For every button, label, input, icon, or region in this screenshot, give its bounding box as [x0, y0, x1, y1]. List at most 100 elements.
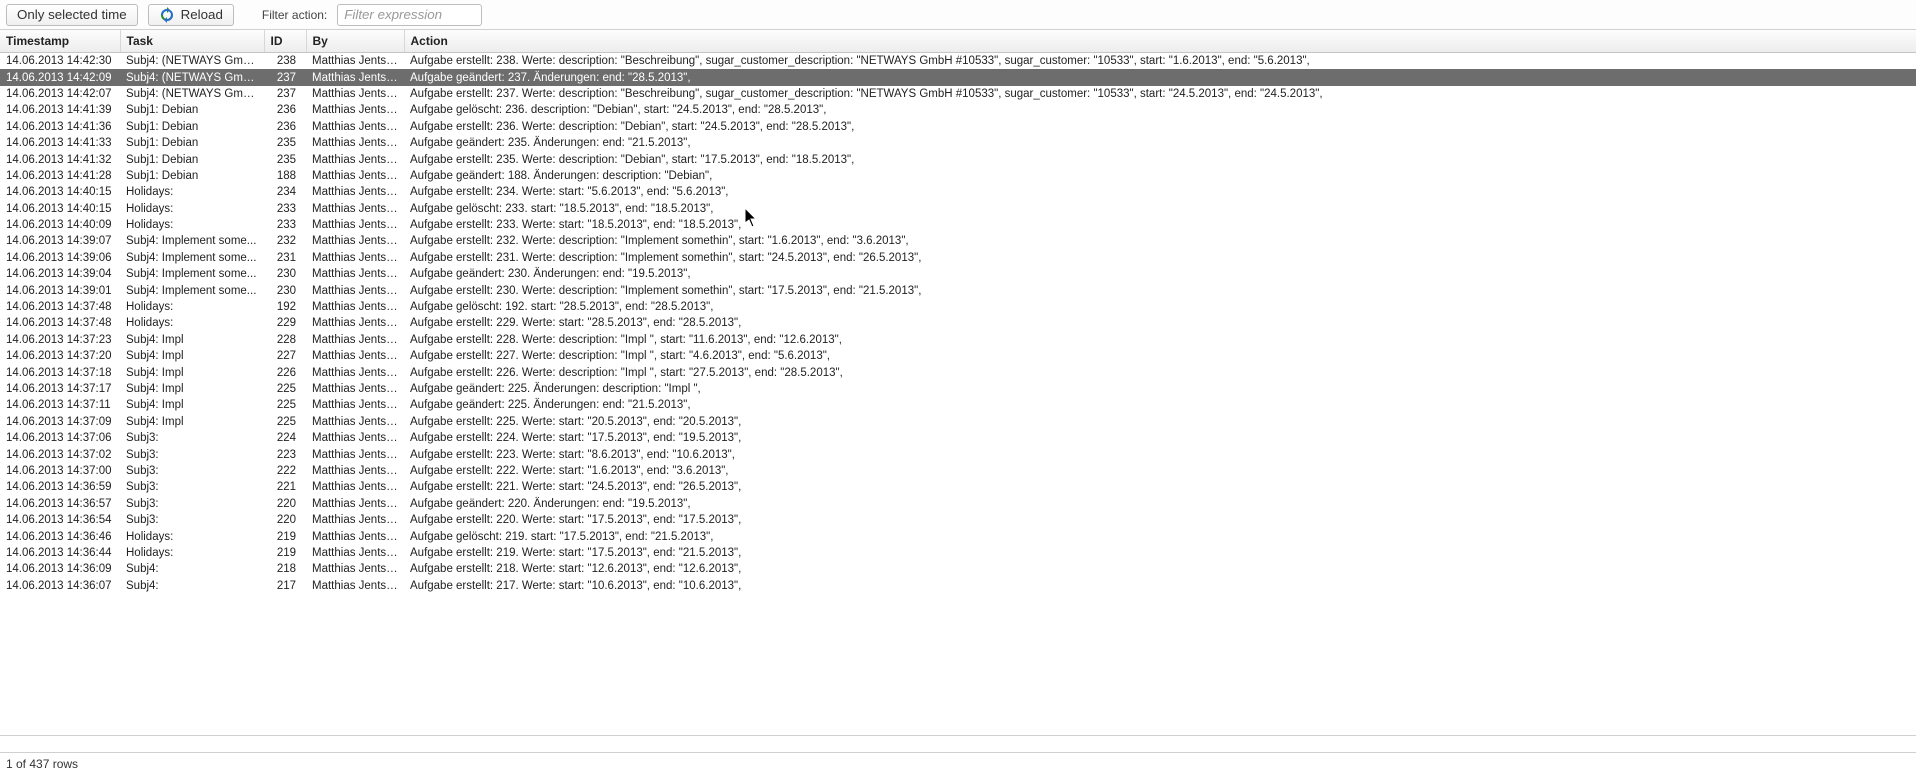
- grid-body-scroll[interactable]: 14.06.2013 14:42:30Subj4: (NETWAYS GmbH.…: [0, 53, 1916, 735]
- filter-input[interactable]: [337, 4, 482, 26]
- cell-id: 235: [264, 151, 306, 167]
- table-row[interactable]: 14.06.2013 14:37:48Holidays:229Matthias …: [0, 315, 1916, 331]
- cell-id: 221: [264, 479, 306, 495]
- table-row[interactable]: 14.06.2013 14:37:20Subj4: Impl227Matthia…: [0, 348, 1916, 364]
- table-row[interactable]: 14.06.2013 14:37:00Subj3:222Matthias Jen…: [0, 463, 1916, 479]
- cell-task: Subj4: Impl: [120, 348, 264, 364]
- cell-id: 228: [264, 332, 306, 348]
- table-row[interactable]: 14.06.2013 14:40:15Holidays:233Matthias …: [0, 201, 1916, 217]
- cell-id: 219: [264, 545, 306, 561]
- button-label: Only selected time: [17, 7, 127, 22]
- cell-id: 230: [264, 282, 306, 298]
- cell-by: Matthias Jentsch: [306, 561, 404, 577]
- cell-id: 236: [264, 119, 306, 135]
- cell-id: 220: [264, 496, 306, 512]
- reload-button[interactable]: Reload: [148, 4, 234, 26]
- table-row[interactable]: 14.06.2013 14:36:54Subj3:220Matthias Jen…: [0, 512, 1916, 528]
- cell-by: Matthias Jentsch: [306, 348, 404, 364]
- cell-id: 234: [264, 184, 306, 200]
- only-selected-time-button[interactable]: Only selected time: [6, 4, 138, 26]
- cell-timestamp: 14.06.2013 14:41:28: [0, 168, 120, 184]
- table-row[interactable]: 14.06.2013 14:39:04Subj4: Implement some…: [0, 266, 1916, 282]
- table-row[interactable]: 14.06.2013 14:41:36Subj1: Debian236Matth…: [0, 119, 1916, 135]
- cell-task: Subj4:: [120, 578, 264, 594]
- button-label: Reload: [181, 7, 223, 22]
- table-row[interactable]: 14.06.2013 14:36:46Holidays:219Matthias …: [0, 528, 1916, 544]
- cell-task: Subj3:: [120, 496, 264, 512]
- cell-action: Aufgabe gelöscht: 233. start: "18.5.2013…: [404, 201, 1916, 217]
- cell-by: Matthias Jentsch: [306, 512, 404, 528]
- cell-action: Aufgabe erstellt: 220. Werte: start: "17…: [404, 512, 1916, 528]
- cell-id: 217: [264, 578, 306, 594]
- table-row[interactable]: 14.06.2013 14:37:09Subj4: Impl225Matthia…: [0, 414, 1916, 430]
- cell-by: Matthias Jentsch: [306, 446, 404, 462]
- cell-timestamp: 14.06.2013 14:40:15: [0, 201, 120, 217]
- cell-task: Subj1: Debian: [120, 168, 264, 184]
- cell-by: Matthias Jentsch: [306, 578, 404, 594]
- table-row[interactable]: 14.06.2013 14:37:02Subj3:223Matthias Jen…: [0, 446, 1916, 462]
- table-row[interactable]: 14.06.2013 14:36:09Subj4:218Matthias Jen…: [0, 561, 1916, 577]
- cell-by: Matthias Jentsch: [306, 184, 404, 200]
- grid: Timestamp Task ID By Action 14.06.2013 1…: [0, 30, 1916, 735]
- cell-by: Matthias Jentsch: [306, 496, 404, 512]
- table-row[interactable]: 14.06.2013 14:41:28Subj1: Debian188Matth…: [0, 168, 1916, 184]
- cell-task: Holidays:: [120, 528, 264, 544]
- table-row[interactable]: 14.06.2013 14:39:06Subj4: Implement some…: [0, 250, 1916, 266]
- col-header-action[interactable]: Action: [404, 30, 1916, 53]
- table-row[interactable]: 14.06.2013 14:41:32Subj1: Debian235Matth…: [0, 151, 1916, 167]
- cell-task: Subj4: Impl: [120, 332, 264, 348]
- table-row[interactable]: 14.06.2013 14:37:11Subj4: Impl225Matthia…: [0, 397, 1916, 413]
- table-row[interactable]: 14.06.2013 14:39:01Subj4: Implement some…: [0, 282, 1916, 298]
- table-row[interactable]: 14.06.2013 14:42:30Subj4: (NETWAYS GmbH.…: [0, 53, 1916, 69]
- table-row[interactable]: 14.06.2013 14:42:09Subj4: (NETWAYS GmbH.…: [0, 69, 1916, 85]
- table-row[interactable]: 14.06.2013 14:37:18Subj4: Impl226Matthia…: [0, 364, 1916, 380]
- cell-by: Matthias Jentsch: [306, 315, 404, 331]
- table-row[interactable]: 14.06.2013 14:40:09Holidays:233Matthias …: [0, 217, 1916, 233]
- table-row[interactable]: 14.06.2013 14:42:07Subj4: (NETWAYS GmbH.…: [0, 86, 1916, 102]
- cell-timestamp: 14.06.2013 14:40:09: [0, 217, 120, 233]
- table-row[interactable]: 14.06.2013 14:36:44Holidays:219Matthias …: [0, 545, 1916, 561]
- col-header-by[interactable]: By: [306, 30, 404, 53]
- cell-timestamp: 14.06.2013 14:42:07: [0, 86, 120, 102]
- table-row[interactable]: 14.06.2013 14:40:15Holidays:234Matthias …: [0, 184, 1916, 200]
- cell-task: Subj3:: [120, 430, 264, 446]
- table-row[interactable]: 14.06.2013 14:37:48Holidays:192Matthias …: [0, 299, 1916, 315]
- cell-action: Aufgabe gelöscht: 219. start: "17.5.2013…: [404, 528, 1916, 544]
- cell-timestamp: 14.06.2013 14:37:48: [0, 315, 120, 331]
- cell-id: 219: [264, 528, 306, 544]
- col-header-task[interactable]: Task: [120, 30, 264, 53]
- cell-timestamp: 14.06.2013 14:36:46: [0, 528, 120, 544]
- table-row[interactable]: 14.06.2013 14:36:59Subj3:221Matthias Jen…: [0, 479, 1916, 495]
- cell-timestamp: 14.06.2013 14:36:44: [0, 545, 120, 561]
- cell-by: Matthias Jentsch: [306, 381, 404, 397]
- cell-task: Subj1: Debian: [120, 119, 264, 135]
- cell-id: 226: [264, 364, 306, 380]
- cell-timestamp: 14.06.2013 14:36:54: [0, 512, 120, 528]
- table-row[interactable]: 14.06.2013 14:41:39Subj1: Debian236Matth…: [0, 102, 1916, 118]
- cell-timestamp: 14.06.2013 14:42:09: [0, 69, 120, 85]
- cell-action: Aufgabe erstellt: 222. Werte: start: "1.…: [404, 463, 1916, 479]
- table-row[interactable]: 14.06.2013 14:36:07Subj4:217Matthias Jen…: [0, 578, 1916, 594]
- cell-id: 236: [264, 102, 306, 118]
- table-row[interactable]: 14.06.2013 14:39:07Subj4: Implement some…: [0, 233, 1916, 249]
- cell-action: Aufgabe erstellt: 221. Werte: start: "24…: [404, 479, 1916, 495]
- horizontal-scrollbar[interactable]: [0, 735, 1916, 752]
- col-header-timestamp[interactable]: Timestamp: [0, 30, 120, 53]
- cell-by: Matthias Jentsch: [306, 119, 404, 135]
- cell-id: 225: [264, 414, 306, 430]
- table-row[interactable]: 14.06.2013 14:36:57Subj3:220Matthias Jen…: [0, 496, 1916, 512]
- col-header-id[interactable]: ID: [264, 30, 306, 53]
- table-row[interactable]: 14.06.2013 14:41:33Subj1: Debian235Matth…: [0, 135, 1916, 151]
- cell-id: 225: [264, 381, 306, 397]
- cell-id: 232: [264, 233, 306, 249]
- cell-timestamp: 14.06.2013 14:39:07: [0, 233, 120, 249]
- cell-action: Aufgabe geändert: 220. Änderungen: end: …: [404, 496, 1916, 512]
- table-row[interactable]: 14.06.2013 14:37:23Subj4: Impl228Matthia…: [0, 332, 1916, 348]
- cell-task: Holidays:: [120, 217, 264, 233]
- cell-id: 233: [264, 201, 306, 217]
- cell-by: Matthias Jentsch: [306, 414, 404, 430]
- cell-action: Aufgabe erstellt: 234. Werte: start: "5.…: [404, 184, 1916, 200]
- table-row[interactable]: 14.06.2013 14:37:06Subj3:224Matthias Jen…: [0, 430, 1916, 446]
- cell-action: Aufgabe erstellt: 217. Werte: start: "10…: [404, 578, 1916, 594]
- table-row[interactable]: 14.06.2013 14:37:17Subj4: Impl225Matthia…: [0, 381, 1916, 397]
